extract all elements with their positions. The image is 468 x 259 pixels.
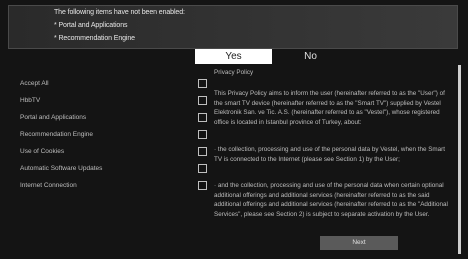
privacy-policy-text: Privacy Policy This Privacy Policy aims … <box>214 64 456 259</box>
notice-item-recommendation: * Recommendation Engine <box>54 35 135 42</box>
setting-label: HbbTV <box>20 97 41 104</box>
policy-paragraph: · and the collection, processing and use… <box>214 182 448 218</box>
yes-toggle-button[interactable]: Yes <box>195 49 272 64</box>
setting-row-hbbtv[interactable]: HbbTV <box>0 95 212 109</box>
notice-item-portal: * Portal and Applications <box>54 22 128 29</box>
setting-label: Recommendation Engine <box>20 131 93 138</box>
internet-checkbox[interactable] <box>198 181 207 190</box>
setting-row-recommendation[interactable]: Recommendation Engine <box>0 129 212 143</box>
software-updates-checkbox[interactable] <box>198 164 207 173</box>
setting-label: Automatic Software Updates <box>20 165 103 172</box>
next-button[interactable]: Next <box>320 236 398 250</box>
setting-row-cookies[interactable]: Use of Cookies <box>0 146 212 160</box>
not-enabled-notice: The following items have not been enable… <box>8 5 458 49</box>
policy-paragraph: This Privacy Policy aims to inform the u… <box>214 90 445 126</box>
privacy-settings-screen: The following items have not been enable… <box>0 0 468 259</box>
policy-paragraph: · the collection, processing and use of … <box>214 146 446 163</box>
setting-row-accept-all[interactable]: Accept All <box>0 78 212 92</box>
setting-label: Use of Cookies <box>20 148 65 155</box>
setting-label: Accept All <box>20 80 49 87</box>
accept-all-checkbox[interactable] <box>198 79 207 88</box>
setting-label: Portal and Applications <box>20 114 87 121</box>
scrollbar[interactable] <box>458 65 461 254</box>
setting-label: Internet Connection <box>20 182 77 189</box>
cookies-checkbox[interactable] <box>198 147 207 156</box>
no-toggle-button[interactable]: No <box>272 49 349 64</box>
consent-settings-list: Accept All HbbTV Portal and Applications… <box>0 64 212 259</box>
setting-row-software-updates[interactable]: Automatic Software Updates <box>0 163 212 177</box>
scrollbar-thumb[interactable] <box>458 65 461 254</box>
setting-row-internet[interactable]: Internet Connection <box>0 180 212 194</box>
recommendation-checkbox[interactable] <box>198 130 207 139</box>
portal-checkbox[interactable] <box>198 113 207 122</box>
notice-title: The following items have not been enable… <box>54 9 185 16</box>
policy-heading: Privacy Policy <box>214 69 254 76</box>
hbbtv-checkbox[interactable] <box>198 96 207 105</box>
setting-row-portal[interactable]: Portal and Applications <box>0 112 212 126</box>
